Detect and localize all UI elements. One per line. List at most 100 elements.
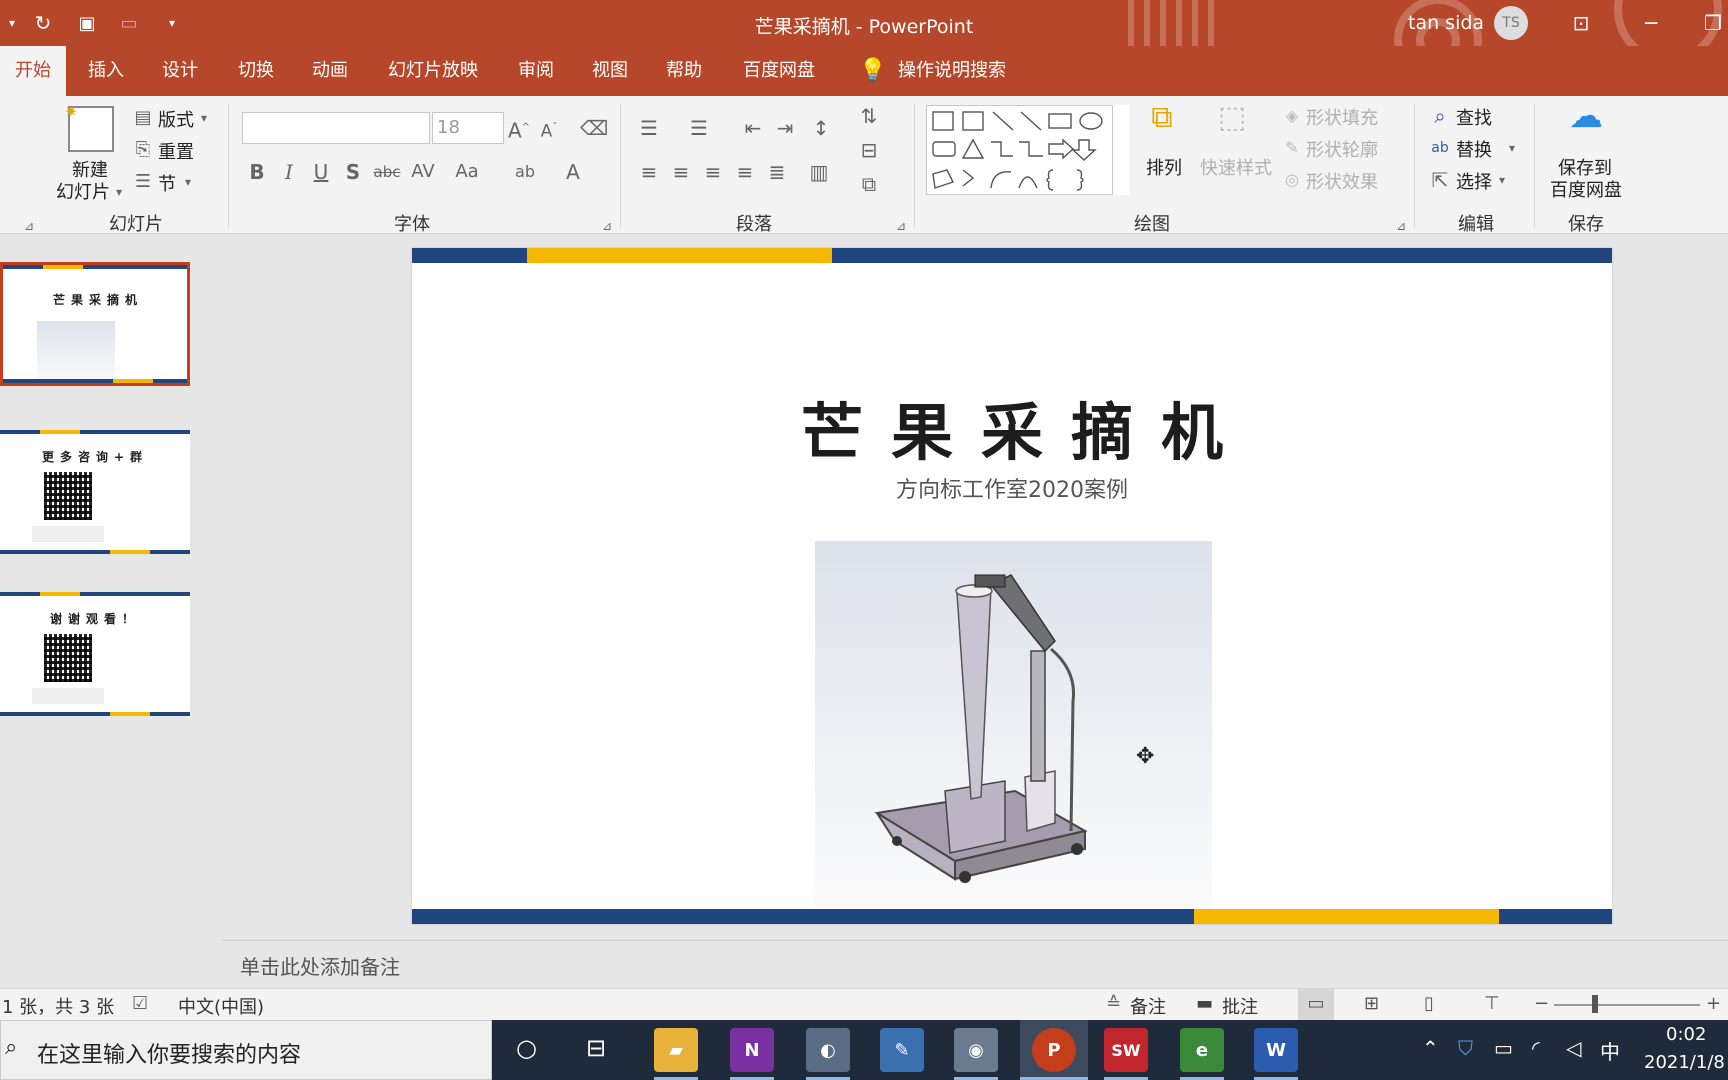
- chevron-down-icon[interactable]: ▾: [1496, 168, 1508, 192]
- shape-effects-icon[interactable]: ◎: [1282, 168, 1302, 192]
- clock-date[interactable]: 2021/1/8: [1644, 1052, 1725, 1073]
- find-button[interactable]: 查找: [1456, 104, 1492, 130]
- zoom-slider-thumb[interactable]: [1592, 995, 1598, 1013]
- word-icon[interactable]: W: [1254, 1028, 1298, 1072]
- font-color-icon[interactable]: A: [560, 160, 586, 184]
- arrange-button[interactable]: 排列: [1146, 154, 1182, 180]
- reset-button[interactable]: 重置: [158, 138, 194, 164]
- minimize-icon[interactable]: ─: [1634, 6, 1668, 40]
- slide-subtitle[interactable]: 方向标工作室2020案例: [412, 472, 1612, 504]
- user-name[interactable]: tan sida: [1408, 12, 1484, 34]
- comments-button[interactable]: 批注: [1222, 993, 1258, 1019]
- align-text-icon[interactable]: ⊟: [856, 138, 882, 162]
- shrink-font-icon[interactable]: Aˇ: [536, 116, 562, 144]
- avatar[interactable]: TS: [1494, 6, 1528, 40]
- spellcheck-icon[interactable]: ☑: [132, 993, 148, 1014]
- section-button[interactable]: 节: [158, 170, 176, 196]
- slide-thumbnail-1[interactable]: 芒果采摘机: [0, 262, 190, 386]
- notes-pane[interactable]: 单击此处添加备注: [222, 940, 1728, 988]
- shapes-gallery[interactable]: [926, 105, 1130, 195]
- ime-indicator[interactable]: 中: [1600, 1036, 1620, 1065]
- slide-sorter-icon[interactable]: ⊞: [1364, 993, 1379, 1014]
- restore-icon[interactable]: ❐: [1696, 6, 1728, 40]
- tab-design[interactable]: 设计: [152, 46, 208, 96]
- chevron-down-icon[interactable]: ▾: [198, 106, 210, 130]
- slide-title[interactable]: 芒果采摘机: [412, 382, 1612, 472]
- clock-time[interactable]: 0:02: [1666, 1024, 1706, 1045]
- align-left-icon[interactable]: ≡: [636, 160, 662, 184]
- security-shield-icon[interactable]: ⛉: [1458, 1036, 1473, 1060]
- shape-outline-icon[interactable]: ✎: [1282, 136, 1302, 160]
- strikethrough-icon[interactable]: abc: [372, 160, 402, 184]
- new-slide-label-2[interactable]: 幻灯片: [56, 178, 110, 204]
- drive-app-icon[interactable]: ◐: [806, 1028, 850, 1072]
- text-shadow-icon[interactable]: S: [342, 160, 364, 184]
- shape-fill-icon[interactable]: ◈: [1282, 104, 1302, 128]
- notes-toggle-icon[interactable]: ≙: [1106, 993, 1121, 1014]
- tray-overflow-icon[interactable]: ⌃: [1422, 1036, 1439, 1060]
- task-view-icon[interactable]: ⊟: [586, 1034, 606, 1062]
- layout-button[interactable]: 版式: [158, 106, 194, 132]
- font-size-combo[interactable]: 18: [432, 112, 504, 144]
- change-case-icon[interactable]: Aa: [450, 160, 484, 184]
- distributed-icon[interactable]: ≣: [764, 160, 790, 184]
- dialog-launcher-icon[interactable]: ⊿: [894, 214, 908, 238]
- reset-icon[interactable]: ⎘: [132, 138, 154, 162]
- underline-icon[interactable]: U: [310, 160, 332, 184]
- chevron-down-icon[interactable]: ▾: [112, 180, 126, 204]
- search-icon[interactable]: ⌕: [1428, 104, 1452, 128]
- tab-slideshow[interactable]: 幻灯片放映: [380, 46, 486, 96]
- line-spacing-icon[interactable]: ↕: [808, 116, 834, 140]
- bold-icon[interactable]: B: [246, 160, 268, 184]
- tab-view[interactable]: 视图: [582, 46, 638, 96]
- camera-app-icon[interactable]: ◉: [954, 1028, 998, 1072]
- character-spacing-icon[interactable]: AV: [406, 160, 440, 184]
- smartart-icon[interactable]: ⧉: [856, 172, 882, 196]
- edrawings-icon[interactable]: e: [1180, 1028, 1224, 1072]
- tab-transitions[interactable]: 切换: [228, 46, 284, 96]
- numbering-icon[interactable]: ☰: [686, 116, 712, 140]
- network-icon[interactable]: ◜: [1532, 1036, 1540, 1060]
- replace-icon[interactable]: ab: [1428, 136, 1452, 160]
- tell-me-search[interactable]: 操作说明搜索: [892, 46, 1012, 96]
- shape-effects-button[interactable]: 形状效果: [1306, 168, 1378, 194]
- taskbar-search-box[interactable]: ⌕ 在这里输入你要搜索的内容: [0, 1020, 492, 1080]
- select-button[interactable]: 选择: [1456, 168, 1492, 194]
- arrange-icon[interactable]: ⧉: [1140, 103, 1184, 150]
- chevron-down-icon[interactable]: ▾: [182, 170, 194, 194]
- taskbar-search-placeholder[interactable]: 在这里输入你要搜索的内容: [37, 1037, 301, 1069]
- battery-icon[interactable]: ▭: [1494, 1036, 1513, 1060]
- zoom-slider-track[interactable]: [1554, 1004, 1700, 1006]
- text-direction-icon[interactable]: ⇅: [856, 104, 882, 128]
- shape-fill-button[interactable]: 形状填充: [1306, 104, 1378, 130]
- baidu-netdisk-icon[interactable]: ☁: [1562, 99, 1610, 148]
- dialog-launcher-icon[interactable]: ⊿: [600, 214, 614, 238]
- zoom-in-icon[interactable]: +: [1706, 993, 1721, 1014]
- tab-help[interactable]: 帮助: [656, 46, 712, 96]
- powerpoint-icon[interactable]: P: [1032, 1028, 1076, 1072]
- tab-home[interactable]: 开始: [0, 46, 66, 96]
- slide-thumbnail-2[interactable]: 更多咨询+群: [0, 430, 190, 554]
- mango-picker-machine-image[interactable]: [815, 541, 1212, 909]
- section-icon[interactable]: ☰: [132, 170, 154, 194]
- grow-font-icon[interactable]: A^: [506, 116, 532, 143]
- shapes-gallery-scroll[interactable]: [1112, 105, 1130, 195]
- chevron-down-icon[interactable]: ▾: [1506, 136, 1518, 160]
- clear-formatting-icon[interactable]: ⌫: [580, 116, 608, 140]
- tab-animations[interactable]: 动画: [302, 46, 358, 96]
- slide-thumbnail-3[interactable]: 谢谢观看！: [0, 592, 190, 716]
- quick-styles-icon[interactable]: ⬚: [1210, 103, 1254, 150]
- solidworks-icon[interactable]: SW: [1104, 1028, 1148, 1072]
- language-indicator[interactable]: 中文(中国): [178, 993, 264, 1019]
- file-explorer-icon[interactable]: ▰: [654, 1028, 698, 1072]
- replace-button[interactable]: 替换: [1456, 136, 1492, 162]
- quick-styles-button[interactable]: 快速样式: [1200, 154, 1272, 180]
- drawing-app-icon[interactable]: ✎: [880, 1028, 924, 1072]
- slideshow-view-icon[interactable]: ⊤: [1484, 993, 1500, 1014]
- justify-icon[interactable]: ≡: [732, 160, 758, 184]
- dialog-launcher-icon[interactable]: ⊿: [1394, 214, 1408, 238]
- save-to-label-2[interactable]: 百度网盘: [1550, 176, 1622, 202]
- decrease-indent-icon[interactable]: ⇤: [740, 116, 766, 140]
- font-name-combo[interactable]: [242, 112, 430, 144]
- notes-placeholder[interactable]: 单击此处添加备注: [240, 951, 400, 980]
